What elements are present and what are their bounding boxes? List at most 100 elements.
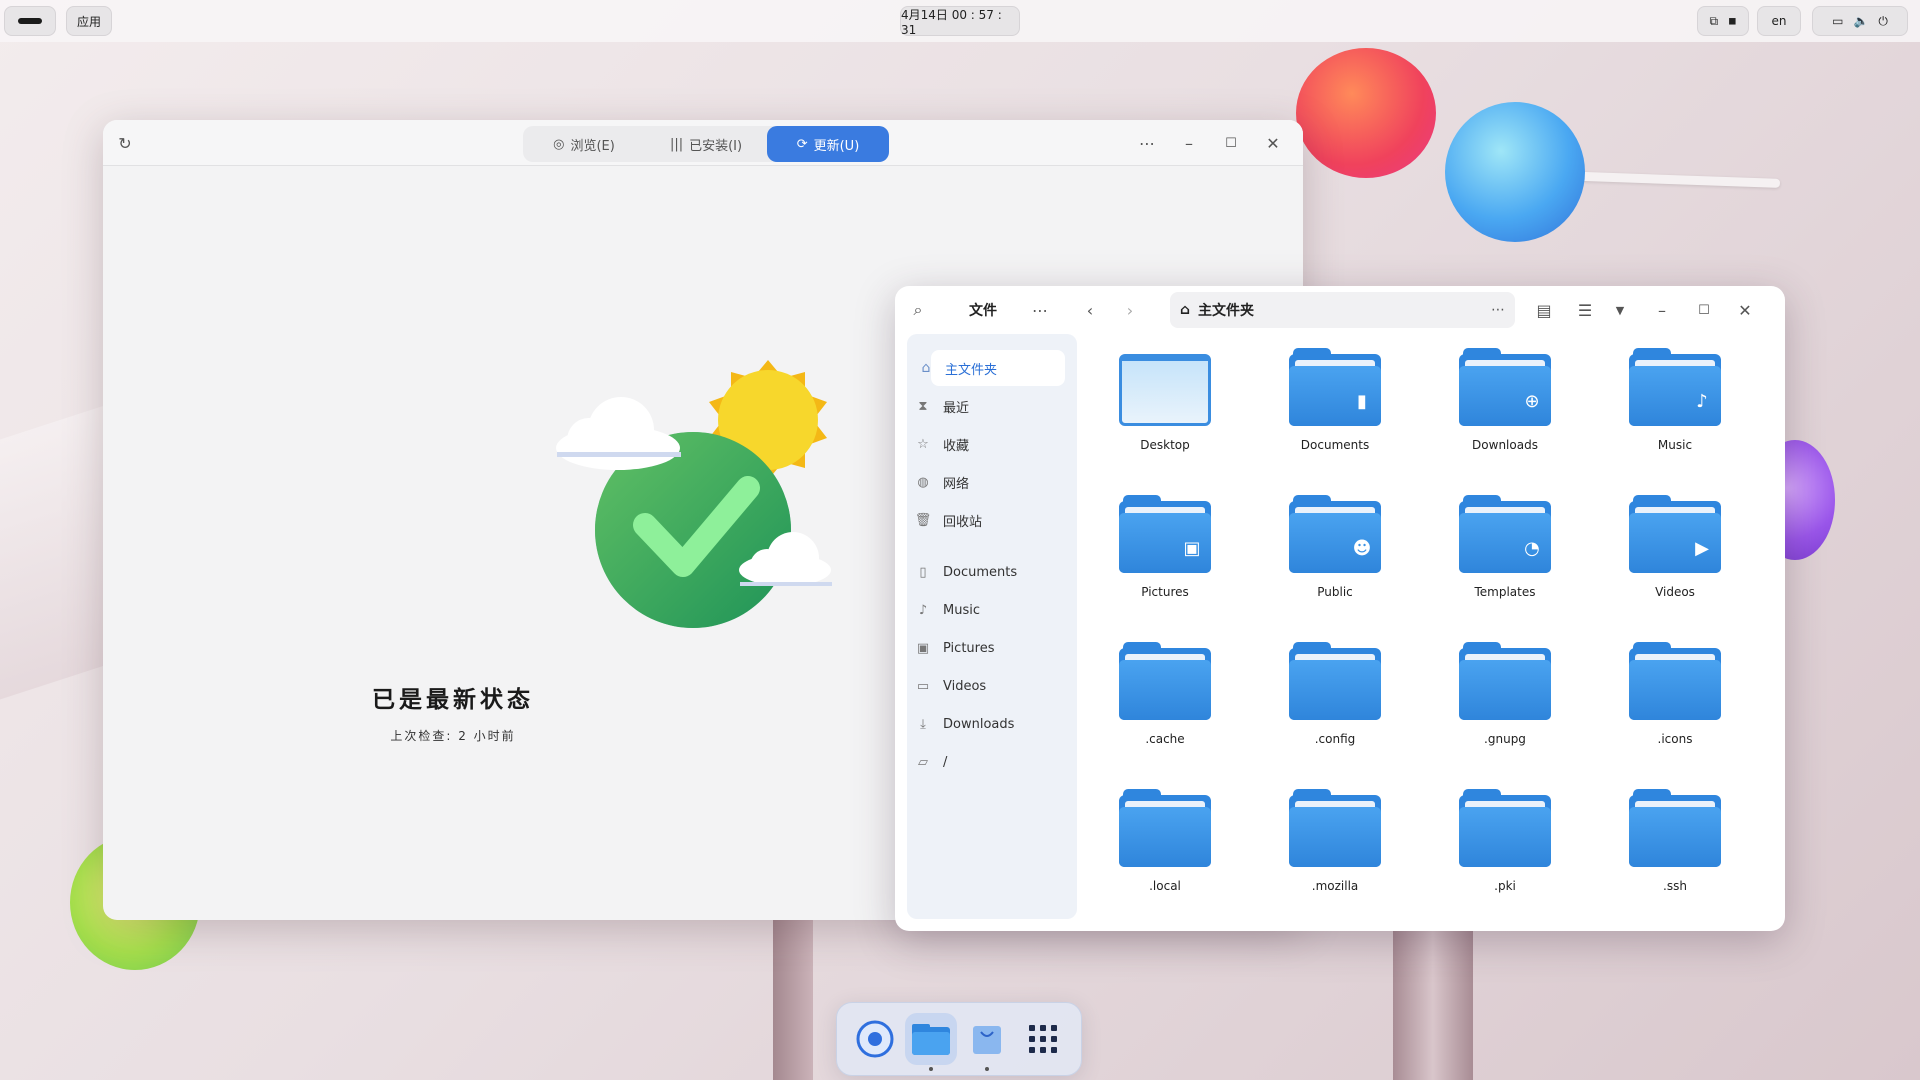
sidebar-item-label: 最近 (943, 400, 970, 416)
sidebar-item-label: 网络 (943, 476, 970, 492)
pictures-folder-icon: ▣ (1119, 495, 1211, 573)
sidebar-item-recent[interactable]: ⧗ 最近 (905, 388, 1065, 424)
back-button[interactable]: ‹ (1077, 297, 1103, 323)
picture-icon: ▣ (916, 640, 930, 656)
power-icon[interactable]: ⏻ (1878, 14, 1888, 29)
videos-folder-icon: ▶ (1629, 495, 1721, 573)
tray-screen-group[interactable]: ⧉ ◼ (1697, 6, 1749, 36)
wallpaper-shape (1393, 930, 1473, 1080)
sidebar-item-music[interactable]: ♪ Music (905, 592, 1065, 628)
clock[interactable]: 4月14日 00 : 57 : 31 (900, 6, 1020, 37)
home-icon: ⌂ (921, 360, 931, 376)
close-button[interactable]: ✕ (1259, 130, 1287, 156)
folder-item[interactable]: ◔ Templates (1445, 495, 1565, 631)
folder-item[interactable]: .local (1105, 789, 1225, 925)
folder-label: Documents (1300, 438, 1370, 452)
folder-label: .pki (1494, 879, 1516, 893)
search-in-folder-icon[interactable]: ▤ (1531, 297, 1557, 323)
folder-item[interactable]: .icons (1615, 642, 1735, 778)
dock-app-grid-button[interactable] (1017, 1013, 1069, 1065)
file-manager-window: ⌕ 文件 ⋯ ‹ › ⌂ 主文件夹 ⋯ ▤ ☰ ▼ – ☐ ✕ 主文件夹 ⌂ ⧗… (895, 286, 1785, 931)
dock-file-manager[interactable] (905, 1013, 957, 1071)
maximize-button[interactable]: ☐ (1217, 130, 1245, 156)
downloads-folder-icon: ⊕ (1459, 348, 1551, 426)
sidebar-menu-button[interactable]: ⋯ (1027, 297, 1053, 323)
folder-item[interactable]: ♪ Music (1615, 348, 1735, 484)
folder-item[interactable]: .config (1275, 642, 1395, 778)
sidebar-item-downloads[interactable]: ⤓ Downloads (905, 706, 1065, 742)
sidebar-item-documents[interactable]: ▯ Documents (905, 554, 1065, 590)
tab-updates[interactable]: ⟳ 更新(U) (767, 126, 889, 162)
folder-item[interactable]: .gnupg (1445, 642, 1565, 778)
music-folder-icon: ♪ (1629, 348, 1721, 426)
volume-icon[interactable]: 🔈 (1853, 14, 1868, 28)
sidebar-item-label: Pictures (943, 640, 995, 656)
sidebar-item-videos[interactable]: ▭ Videos (905, 668, 1065, 704)
wallpaper-lollipop (1445, 102, 1585, 242)
system-tray[interactable]: ▭ 🔈 ⏻ (1812, 6, 1908, 36)
minimize-button[interactable]: – (1175, 130, 1203, 156)
record-icon[interactable]: ◼ (1728, 16, 1736, 27)
sidebar-item-label: 主文件夹 (945, 362, 998, 378)
display-icon[interactable]: ▭ (1832, 14, 1843, 28)
folder-item[interactable]: .mozilla (1275, 789, 1395, 925)
folder-item[interactable]: .ssh (1615, 789, 1735, 925)
minimize-button[interactable]: – (1649, 297, 1675, 323)
dock-launcher-button[interactable] (849, 1013, 901, 1065)
sidebar-item-network[interactable]: ◍ 网络 (905, 464, 1065, 500)
tab-label: 已安装(I) (689, 138, 743, 154)
tab-browse[interactable]: ◎ 浏览(E) (523, 126, 645, 162)
folder-label: .local (1149, 879, 1181, 893)
folder-item[interactable]: Desktop (1105, 354, 1225, 484)
folder-item[interactable]: ▶ Videos (1615, 495, 1735, 631)
sidebar-item-favorites[interactable]: ☆ 收藏 (905, 426, 1065, 462)
workspace-icon (18, 18, 42, 24)
menu-button[interactable]: ⋯ (1133, 130, 1161, 156)
apps-label: 应用 (76, 14, 101, 29)
close-button[interactable]: ✕ (1732, 297, 1758, 323)
wallpaper-shape (773, 920, 813, 1080)
sidebar-item-root[interactable]: ▱ / (905, 744, 1065, 780)
apps-button[interactable]: 应用 (66, 6, 112, 36)
sidebar-item-pictures[interactable]: ▣ Pictures (905, 630, 1065, 666)
location-bar[interactable]: ⌂ 主文件夹 ⋯ (1170, 292, 1515, 328)
sidebar-item-label: Downloads (943, 716, 1015, 732)
folder-item[interactable]: ☻ Public (1275, 495, 1395, 631)
public-folder-icon: ☻ (1289, 495, 1381, 573)
app-grid-icon (1029, 1025, 1057, 1053)
clock-text: 4月14日 00 : 57 : 31 (901, 7, 1002, 37)
screenshot-icon[interactable]: ⧉ (1710, 14, 1719, 29)
refresh-icon[interactable]: ↻ (111, 130, 139, 156)
view-options-dropdown[interactable]: ▼ (1607, 297, 1633, 323)
view-switcher: ◎ 浏览(E) ||| 已安装(I) ⟳ 更新(U) (523, 126, 889, 162)
wallpaper-lollipop (1296, 48, 1436, 178)
maximize-button[interactable]: ☐ (1691, 297, 1717, 323)
folder-item[interactable]: .pki (1445, 789, 1565, 925)
network-icon: ◍ (917, 474, 929, 490)
workspace-indicator[interactable] (4, 6, 56, 36)
folder-label: .ssh (1663, 879, 1687, 893)
forward-button[interactable]: › (1117, 297, 1143, 323)
wallpaper-lollipop-stick (1559, 171, 1781, 188)
sidebar-item-trash[interactable]: 🗑 回收站 (905, 502, 1065, 538)
folder-icon (1119, 642, 1211, 720)
view-mode-icon[interactable]: ☰ (1572, 297, 1598, 323)
folder-item[interactable]: ⊕ Downloads (1445, 348, 1565, 484)
input-method-button[interactable]: en (1757, 6, 1801, 36)
documents-folder-icon: ▮ (1289, 348, 1381, 426)
folder-icon (912, 1024, 950, 1055)
location-menu-icon[interactable]: ⋯ (1491, 302, 1505, 318)
download-icon: ⤓ (920, 716, 926, 732)
folder-item[interactable]: ▮ Documents (1275, 348, 1395, 484)
sidebar-item-home[interactable]: 主文件夹 (931, 350, 1065, 386)
dock-software-center[interactable] (961, 1013, 1013, 1071)
tab-installed[interactable]: ||| 已安装(I) (645, 126, 767, 162)
folder-label: Public (1317, 585, 1353, 599)
folder-item[interactable]: .cache (1105, 642, 1225, 778)
titlebar: ↻ ◎ 浏览(E) ||| 已安装(I) ⟳ 更新(U) ⋯ – ☐ ✕ (103, 120, 1303, 166)
last-checked-text: 上次检查: 2 小时前 (390, 729, 516, 743)
search-icon[interactable]: ⌕ (905, 297, 931, 323)
video-icon: ▭ (916, 678, 930, 694)
folder-item[interactable]: ▣ Pictures (1105, 495, 1225, 631)
folder-icon (1459, 642, 1551, 720)
